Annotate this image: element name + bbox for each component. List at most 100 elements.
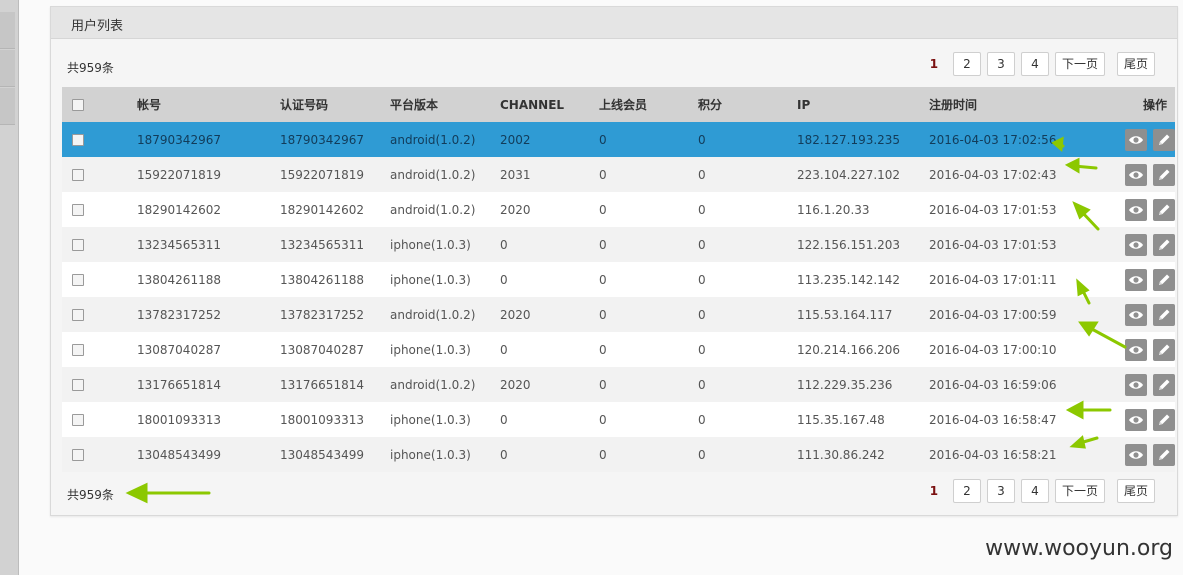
pencil-icon [1159, 309, 1170, 320]
cell-register-time: 2016-04-03 17:00:59 [929, 307, 1057, 322]
table-row[interactable]: 18001093313 18001093313 iphone(1.0.3) 0 0 0 11… [62, 402, 1175, 437]
cell-online-members: 0 [599, 272, 607, 287]
view-button[interactable] [1125, 233, 1147, 256]
page-1[interactable]: 1 [921, 480, 947, 502]
row-checkbox[interactable] [72, 204, 84, 216]
cell-online-members: 0 [599, 237, 607, 252]
page-1[interactable]: 1 [921, 53, 947, 75]
edit-button[interactable] [1153, 338, 1175, 361]
row-actions [1069, 227, 1175, 262]
cell-channel: 2020 [500, 377, 531, 392]
last-page-button[interactable]: 尾页 [1116, 479, 1155, 503]
row-checkbox[interactable] [72, 309, 84, 321]
view-button[interactable] [1125, 128, 1147, 151]
row-select-cell [62, 122, 137, 157]
page-2[interactable]: 2 [952, 479, 981, 503]
cell-points: 0 [698, 202, 706, 217]
edit-button[interactable] [1153, 268, 1175, 291]
row-actions [1069, 437, 1175, 472]
panel-header: 用户列表 [51, 7, 1177, 39]
main-content: 用户列表 共959条 1 2 3 4 下一页 尾页 帐号 认证号码 平台版本 C… [19, 0, 1183, 575]
cell-auth-number: 13048543499 [280, 447, 364, 462]
cell-online-members: 0 [599, 132, 607, 147]
view-button[interactable] [1125, 373, 1147, 396]
view-button[interactable] [1125, 443, 1147, 466]
cell-channel: 2020 [500, 202, 531, 217]
page-2[interactable]: 2 [952, 52, 981, 76]
table-row[interactable]: 18290142602 18290142602 android(1.0.2) 2020… [62, 192, 1175, 227]
next-page-button[interactable]: 下一页 [1054, 479, 1105, 503]
view-button[interactable] [1125, 268, 1147, 291]
view-button[interactable] [1125, 198, 1147, 221]
cell-account: 15922071819 [137, 167, 221, 182]
page-4[interactable]: 4 [1020, 479, 1049, 503]
row-select-cell [62, 402, 137, 437]
cell-account: 13048543499 [137, 447, 221, 462]
view-button[interactable] [1125, 338, 1147, 361]
sidebar-tab[interactable] [0, 50, 15, 87]
cell-register-time: 2016-04-03 17:01:53 [929, 202, 1057, 217]
row-checkbox[interactable] [72, 239, 84, 251]
table-row[interactable]: 15922071819 15922071819 android(1.0.2) 2031… [62, 157, 1175, 192]
cell-platform-version: android(1.0.2) [390, 132, 476, 147]
edit-button[interactable] [1153, 373, 1175, 396]
cell-points: 0 [698, 342, 706, 357]
row-checkbox[interactable] [72, 169, 84, 181]
view-button[interactable] [1125, 303, 1147, 326]
last-page-button[interactable]: 尾页 [1116, 52, 1155, 76]
row-actions [1069, 297, 1175, 332]
page-3[interactable]: 3 [986, 52, 1015, 76]
row-checkbox[interactable] [72, 414, 84, 426]
cell-ip: 120.214.166.206 [797, 342, 901, 357]
view-button[interactable] [1125, 408, 1147, 431]
cell-auth-number: 13782317252 [280, 307, 364, 322]
cell-platform-version: android(1.0.2) [390, 307, 476, 322]
row-select-cell [62, 227, 137, 262]
select-all-cell [62, 87, 137, 122]
table-row[interactable]: 13087040287 13087040287 iphone(1.0.3) 0 0 0 12… [62, 332, 1175, 367]
page-3[interactable]: 3 [986, 479, 1015, 503]
row-checkbox[interactable] [72, 344, 84, 356]
cell-online-members: 0 [599, 377, 607, 392]
edit-button[interactable] [1153, 128, 1175, 151]
cell-platform-version: android(1.0.2) [390, 167, 476, 182]
row-actions [1069, 402, 1175, 437]
view-button[interactable] [1125, 163, 1147, 186]
sidebar-tab[interactable] [0, 12, 15, 49]
edit-button[interactable] [1153, 408, 1175, 431]
edit-button[interactable] [1153, 198, 1175, 221]
cell-channel: 2002 [500, 132, 531, 147]
next-page-button[interactable]: 下一页 [1054, 52, 1105, 76]
cell-platform-version: iphone(1.0.3) [390, 447, 471, 462]
edit-button[interactable] [1153, 303, 1175, 326]
page-4[interactable]: 4 [1020, 52, 1049, 76]
cell-points: 0 [698, 412, 706, 427]
cell-channel: 0 [500, 237, 508, 252]
table-row[interactable]: 13782317252 13782317252 android(1.0.2) 2020… [62, 297, 1175, 332]
eye-icon [1129, 380, 1143, 389]
table-row[interactable]: 13804261188 13804261188 iphone(1.0.3) 0 0 0 11… [62, 262, 1175, 297]
table-row[interactable]: 13176651814 13176651814 android(1.0.2) 2020… [62, 367, 1175, 402]
pagination-bottom: 1 2 3 4 下一页 尾页 [915, 479, 1155, 503]
row-checkbox[interactable] [72, 274, 84, 286]
cell-points: 0 [698, 377, 706, 392]
cell-platform-version: android(1.0.2) [390, 377, 476, 392]
edit-button[interactable] [1153, 233, 1175, 256]
edit-button[interactable] [1153, 443, 1175, 466]
cell-register-time: 2016-04-03 16:58:21 [929, 447, 1057, 462]
cell-points: 0 [698, 167, 706, 182]
row-select-cell [62, 437, 137, 472]
table-row[interactable]: 13048543499 13048543499 iphone(1.0.3) 0 0 0 11… [62, 437, 1175, 472]
select-all-checkbox[interactable] [72, 99, 84, 111]
cell-register-time: 2016-04-03 16:58:47 [929, 412, 1057, 427]
row-checkbox[interactable] [72, 134, 84, 146]
edit-button[interactable] [1153, 163, 1175, 186]
sidebar-tab[interactable] [0, 88, 15, 125]
table-row[interactable]: 13234565311 13234565311 iphone(1.0.3) 0 0 0 12… [62, 227, 1175, 262]
row-checkbox[interactable] [72, 449, 84, 461]
row-checkbox[interactable] [72, 379, 84, 391]
table-row[interactable]: 18790342967 18790342967 android(1.0.2) 2002… [62, 122, 1175, 157]
cell-auth-number: 13087040287 [280, 342, 364, 357]
panel-title: 用户列表 [71, 19, 124, 34]
cell-ip: 182.127.193.235 [797, 132, 901, 147]
